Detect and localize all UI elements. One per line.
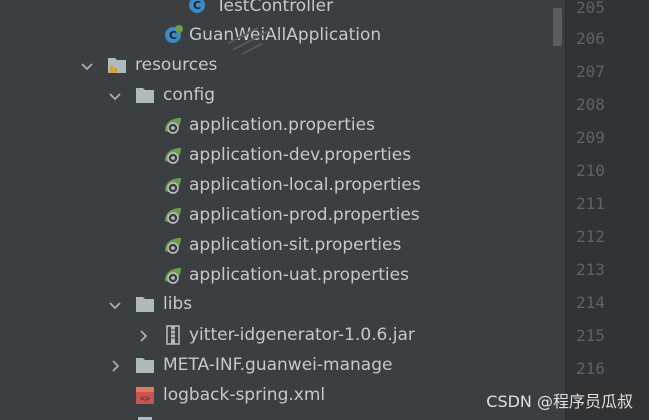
line-number: 212	[576, 227, 605, 246]
tree-item-clipped	[0, 410, 565, 420]
line-number: 215	[576, 326, 605, 345]
tree-item-application-dev-properties[interactable]: application-dev.properties	[0, 140, 565, 170]
line-number: 216	[576, 359, 605, 378]
spring-boot-class-icon: C	[162, 23, 184, 45]
tree-item-resources[interactable]: resources	[0, 50, 565, 80]
tree-item-label: application-local.properties	[189, 175, 421, 195]
xml-file-icon: <>	[134, 384, 156, 406]
scrollbar-thumb[interactable]	[553, 8, 562, 46]
line-number: 207	[576, 62, 605, 81]
chevron-right-icon[interactable]	[108, 358, 122, 372]
line-number: 210	[576, 161, 605, 180]
tree-item-label: application-sit.properties	[189, 235, 402, 255]
tree-item-libs[interactable]: libs	[0, 289, 565, 319]
tree-item-application-local-properties[interactable]: application-local.properties	[0, 170, 565, 200]
tree-item-label: yitter-idgenerator-1.0.6.jar	[189, 325, 415, 345]
line-number: 206	[576, 29, 605, 48]
folder-icon	[134, 293, 156, 315]
tree-item-label: application-dev.properties	[189, 145, 412, 165]
tree-item-label: application-prod.properties	[189, 205, 420, 225]
csdn-watermark: CSDN @程序员瓜叔	[486, 392, 633, 411]
line-number: 209	[576, 128, 605, 147]
spring-properties-icon	[162, 114, 184, 136]
spring-properties-icon	[162, 174, 184, 196]
vertical-scrollbar[interactable]	[550, 0, 565, 420]
tree-item-label: META-INF.guanwei-manage	[163, 355, 393, 375]
tree-item-application-properties[interactable]: application.properties	[0, 110, 565, 140]
tree-item-label: config	[163, 85, 216, 105]
resources-folder-icon	[106, 54, 128, 76]
tree-item-logback-spring-xml[interactable]: <> logback-spring.xml	[0, 380, 565, 410]
svg-text:<>: <>	[140, 394, 150, 403]
tree-item-label: application-uat.properties	[189, 265, 409, 285]
line-number: 213	[576, 260, 605, 279]
file-icon	[134, 414, 156, 420]
class-icon: C	[186, 0, 208, 16]
tree-item-label: application.properties	[189, 115, 375, 135]
tree-item-yitter-jar[interactable]: yitter-idgenerator-1.0.6.jar	[0, 320, 565, 350]
spring-properties-icon	[162, 204, 184, 226]
line-number: 211	[576, 194, 605, 213]
tree-item-label: libs	[163, 294, 193, 314]
tree-item-meta-inf[interactable]: META-INF.guanwei-manage	[0, 350, 565, 380]
project-tree-panel: C TestController C GuanWeiAllApplication…	[0, 0, 565, 420]
tree-item-application-uat-properties[interactable]: application-uat.properties	[0, 260, 565, 290]
tree-item-label: TestController	[216, 0, 334, 16]
svg-text:C: C	[193, 0, 201, 12]
tree-item-application-sit-properties[interactable]: application-sit.properties	[0, 230, 565, 260]
spring-properties-icon	[162, 234, 184, 256]
tree-item-label: resources	[135, 55, 218, 75]
tree-item-config[interactable]: config	[0, 80, 565, 110]
line-number: 214	[576, 293, 605, 312]
folder-icon	[134, 84, 156, 106]
tree-item-application-prod-properties[interactable]: application-prod.properties	[0, 200, 565, 230]
jar-archive-icon	[162, 324, 184, 346]
tree-item-guanweiallapplication[interactable]: C GuanWeiAllApplication	[0, 20, 565, 50]
chevron-down-icon[interactable]	[108, 88, 122, 102]
tree-item-label: GuanWeiAllApplication	[189, 25, 382, 45]
line-number: 205	[576, 0, 605, 17]
chevron-down-icon[interactable]	[80, 58, 94, 72]
chevron-right-icon[interactable]	[136, 328, 150, 342]
spring-properties-icon	[162, 144, 184, 166]
tree-item-testcontroller[interactable]: C TestController	[0, 0, 565, 21]
tree-item-label: logback-spring.xml	[163, 385, 326, 405]
folder-icon	[134, 354, 156, 376]
chevron-down-icon[interactable]	[108, 297, 122, 311]
spring-properties-icon	[162, 264, 184, 286]
line-number: 208	[576, 95, 605, 114]
